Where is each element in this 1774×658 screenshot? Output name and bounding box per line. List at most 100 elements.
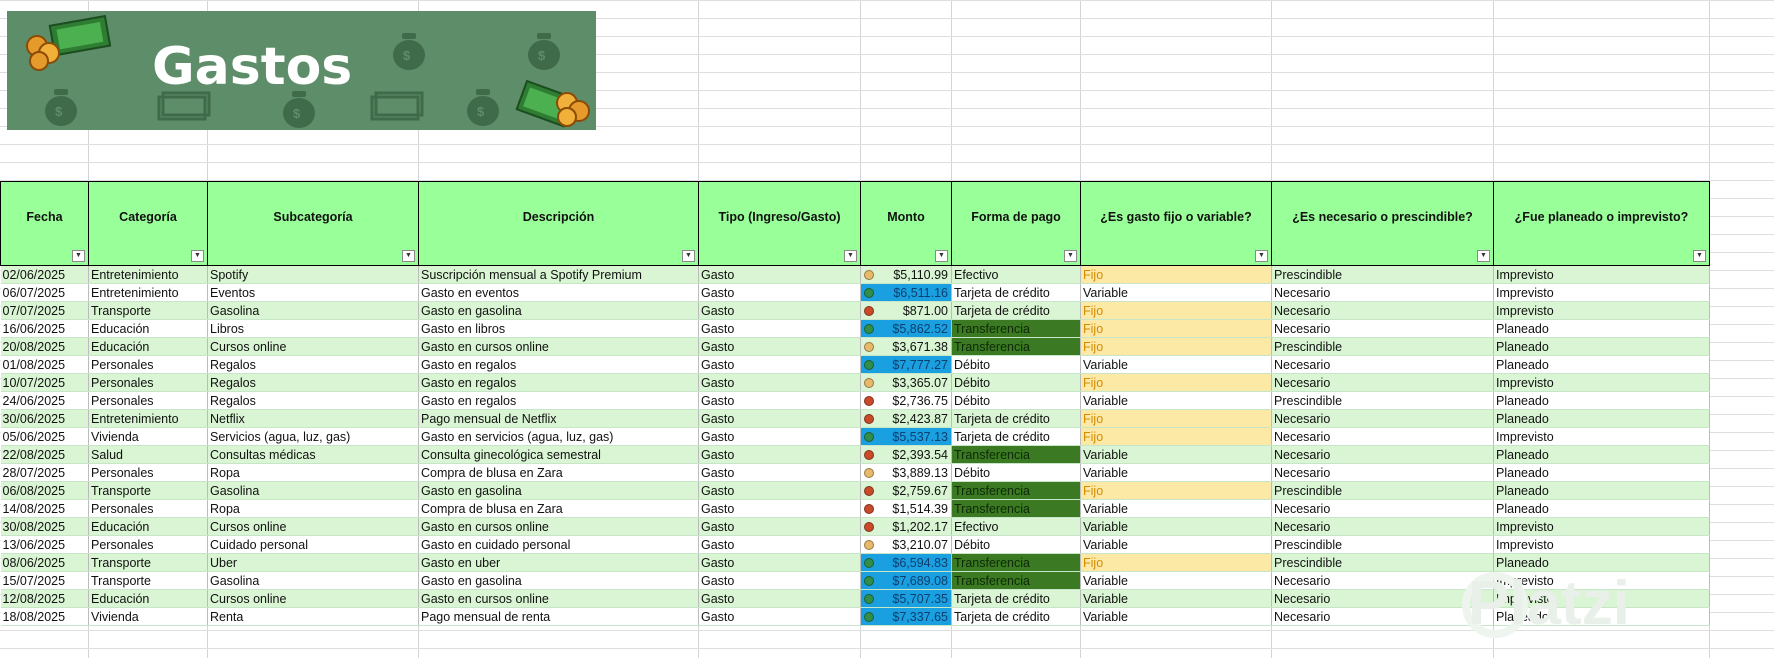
filter-dropdown-icon[interactable]: ▼ — [844, 250, 857, 262]
cell-necesario[interactable]: Prescindible — [1271, 535, 1494, 554]
cell-fijo[interactable]: Fijo — [1080, 409, 1272, 428]
cell-necesario[interactable]: Necesario — [1271, 355, 1494, 374]
cell-subcategoria[interactable]: Eventos — [207, 283, 419, 302]
cell-planeado[interactable]: Imprevisto — [1493, 283, 1710, 302]
cell-descripcion[interactable]: Gasto en gasolina — [418, 571, 699, 590]
cell-categoria[interactable]: Educación — [88, 337, 208, 356]
cell-necesario[interactable]: Necesario — [1271, 301, 1494, 320]
cell-monto[interactable]: $7,777.27 — [860, 355, 952, 374]
cell-planeado[interactable]: Planeado — [1493, 337, 1710, 356]
cell-fecha[interactable]: 01/08/2025 — [0, 355, 89, 374]
cell-categoria[interactable]: Personales — [88, 499, 208, 518]
cell-categoria[interactable]: Vivienda — [88, 607, 208, 626]
cell-fecha[interactable]: 10/07/2025 — [0, 373, 89, 392]
cell-descripcion[interactable]: Consulta ginecológica semestral — [418, 445, 699, 464]
cell-categoria[interactable]: Transporte — [88, 481, 208, 500]
cell-necesario[interactable]: Necesario — [1271, 571, 1494, 590]
cell-necesario[interactable]: Necesario — [1271, 373, 1494, 392]
cell-tipo[interactable]: Gasto — [698, 391, 861, 410]
filter-dropdown-icon[interactable]: ▼ — [191, 250, 204, 262]
cell-forma[interactable]: Efectivo — [951, 517, 1081, 536]
filter-dropdown-icon[interactable]: ▼ — [1693, 250, 1706, 262]
cell-tipo[interactable]: Gasto — [698, 499, 861, 518]
cell-descripcion[interactable]: Gasto en servicios (agua, luz, gas) — [418, 427, 699, 446]
cell-forma[interactable]: Tarjeta de crédito — [951, 427, 1081, 446]
cell-tipo[interactable]: Gasto — [698, 553, 861, 572]
cell-forma[interactable]: Débito — [951, 463, 1081, 482]
cell-subcategoria[interactable]: Renta — [207, 607, 419, 626]
cell-subcategoria[interactable]: Ropa — [207, 463, 419, 482]
cell-forma[interactable]: Tarjeta de crédito — [951, 607, 1081, 626]
cell-forma[interactable]: Tarjeta de crédito — [951, 301, 1081, 320]
cell-categoria[interactable]: Educación — [88, 319, 208, 338]
cell-descripcion[interactable]: Compra de blusa en Zara — [418, 499, 699, 518]
cell-fijo[interactable]: Variable — [1080, 463, 1272, 482]
cell-tipo[interactable]: Gasto — [698, 355, 861, 374]
cell-monto[interactable]: $1,202.17 — [860, 517, 952, 536]
cell-descripcion[interactable]: Gasto en regalos — [418, 373, 699, 392]
cell-planeado[interactable]: Imprevisto — [1493, 373, 1710, 392]
cell-tipo[interactable]: Gasto — [698, 337, 861, 356]
cell-fijo[interactable]: Fijo — [1080, 427, 1272, 446]
cell-fecha[interactable]: 28/07/2025 — [0, 463, 89, 482]
cell-subcategoria[interactable]: Cursos online — [207, 517, 419, 536]
cell-fijo[interactable]: Fijo — [1080, 337, 1272, 356]
cell-monto[interactable]: $2,736.75 — [860, 391, 952, 410]
cell-descripcion[interactable]: Gasto en libros — [418, 319, 699, 338]
cell-descripcion[interactable]: Gasto en gasolina — [418, 301, 699, 320]
cell-categoria[interactable]: Personales — [88, 355, 208, 374]
cell-fecha[interactable]: 22/08/2025 — [0, 445, 89, 464]
cell-planeado[interactable]: Planeado — [1493, 463, 1710, 482]
filter-dropdown-icon[interactable]: ▼ — [1064, 250, 1077, 262]
cell-descripcion[interactable]: Gasto en regalos — [418, 355, 699, 374]
cell-forma[interactable]: Transferencia — [951, 553, 1081, 572]
cell-categoria[interactable]: Entretenimiento — [88, 265, 208, 284]
cell-subcategoria[interactable]: Gasolina — [207, 571, 419, 590]
cell-fecha[interactable]: 30/08/2025 — [0, 517, 89, 536]
cell-tipo[interactable]: Gasto — [698, 427, 861, 446]
cell-monto[interactable]: $2,759.67 — [860, 481, 952, 500]
cell-monto[interactable]: $5,110.99 — [860, 265, 952, 284]
cell-necesario[interactable]: Necesario — [1271, 319, 1494, 338]
cell-forma[interactable]: Tarjeta de crédito — [951, 589, 1081, 608]
cell-subcategoria[interactable]: Cursos online — [207, 337, 419, 356]
cell-forma[interactable]: Débito — [951, 355, 1081, 374]
cell-monto[interactable]: $3,365.07 — [860, 373, 952, 392]
cell-fecha[interactable]: 15/07/2025 — [0, 571, 89, 590]
cell-subcategoria[interactable]: Regalos — [207, 373, 419, 392]
cell-forma[interactable]: Transferencia — [951, 319, 1081, 338]
cell-monto[interactable]: $5,707.35 — [860, 589, 952, 608]
cell-categoria[interactable]: Transporte — [88, 301, 208, 320]
cell-fecha[interactable]: 24/06/2025 — [0, 391, 89, 410]
cell-fecha[interactable]: 18/08/2025 — [0, 607, 89, 626]
cell-monto[interactable]: $2,423.87 — [860, 409, 952, 428]
cell-categoria[interactable]: Personales — [88, 391, 208, 410]
cell-monto[interactable]: $6,594.83 — [860, 553, 952, 572]
cell-descripcion[interactable]: Gasto en cuidado personal — [418, 535, 699, 554]
cell-fijo[interactable]: Variable — [1080, 391, 1272, 410]
cell-subcategoria[interactable]: Consultas médicas — [207, 445, 419, 464]
cell-monto[interactable]: $1,514.39 — [860, 499, 952, 518]
filter-dropdown-icon[interactable]: ▼ — [682, 250, 695, 262]
cell-tipo[interactable]: Gasto — [698, 373, 861, 392]
filter-dropdown-icon[interactable]: ▼ — [1477, 250, 1490, 262]
cell-necesario[interactable]: Necesario — [1271, 517, 1494, 536]
cell-descripcion[interactable]: Suscripción mensual a Spotify Premium — [418, 265, 699, 284]
cell-subcategoria[interactable]: Cursos online — [207, 589, 419, 608]
cell-categoria[interactable]: Entretenimiento — [88, 283, 208, 302]
cell-necesario[interactable]: Necesario — [1271, 427, 1494, 446]
cell-fijo[interactable]: Fijo — [1080, 301, 1272, 320]
cell-monto[interactable]: $7,689.08 — [860, 571, 952, 590]
cell-subcategoria[interactable]: Uber — [207, 553, 419, 572]
cell-planeado[interactable]: Planeado — [1493, 391, 1710, 410]
filter-dropdown-icon[interactable]: ▼ — [1255, 250, 1268, 262]
cell-categoria[interactable]: Educación — [88, 589, 208, 608]
cell-monto[interactable]: $7,337.65 — [860, 607, 952, 626]
cell-planeado[interactable]: Imprevisto — [1493, 301, 1710, 320]
cell-monto[interactable]: $3,210.07 — [860, 535, 952, 554]
cell-tipo[interactable]: Gasto — [698, 283, 861, 302]
cell-fijo[interactable]: Fijo — [1080, 481, 1272, 500]
cell-fijo[interactable]: Variable — [1080, 607, 1272, 626]
cell-forma[interactable]: Transferencia — [951, 337, 1081, 356]
cell-fecha[interactable]: 13/06/2025 — [0, 535, 89, 554]
